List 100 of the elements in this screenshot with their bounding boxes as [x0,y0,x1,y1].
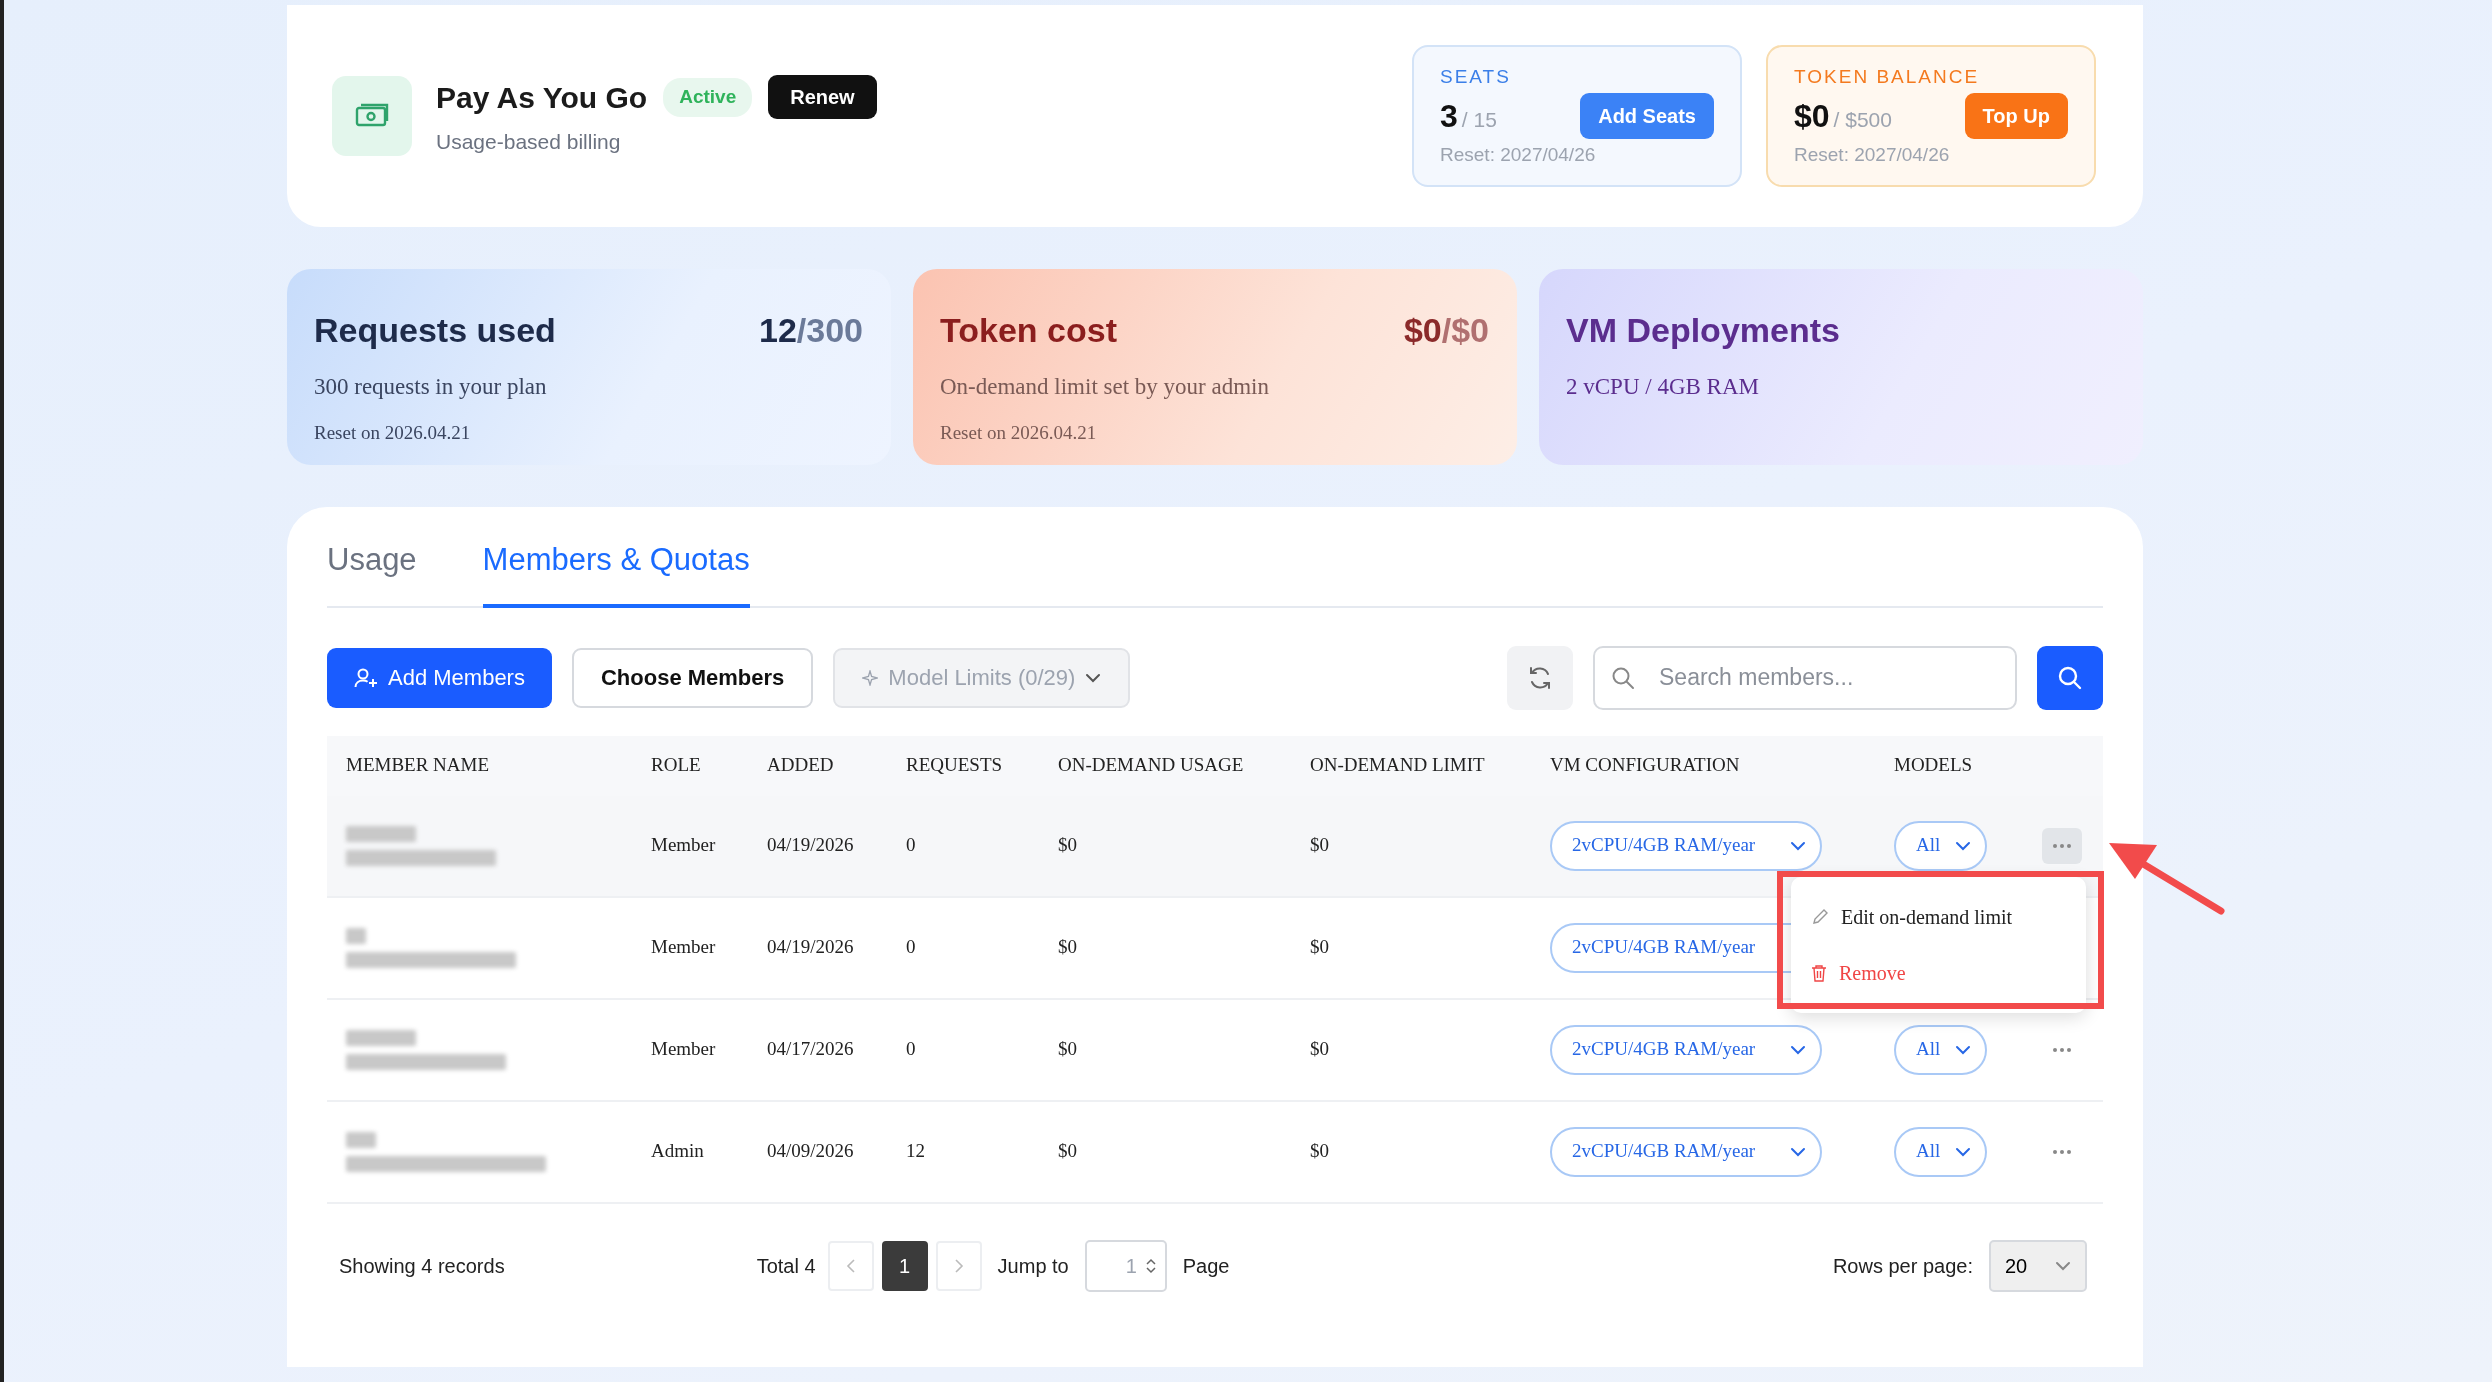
stat-limit: /300 [796,311,863,349]
chevron-down-icon [1955,840,1971,851]
table-cell: Member [651,936,716,958]
stat-title: Requests used [314,310,556,351]
table-cell: 0 [906,834,916,856]
page-label: Page [1182,1253,1230,1279]
chevron-left-icon [845,1257,856,1274]
chevron-down-icon [2055,1260,2071,1271]
blurred-name [346,1131,376,1148]
reset-date: Reset: 2027/04/26 [1794,142,1951,167]
reset-date: Reset on 2026.04.21 [940,420,1098,445]
table-cell: 04/19/2026 [767,834,854,856]
add-user-icon [354,666,378,689]
table-cell: $0 [1058,1140,1077,1162]
chevron-down-icon [1790,1146,1806,1157]
top-up-button[interactable]: Top Up [1964,93,2068,139]
search-icon [2057,664,2083,691]
jump-label: Jump to [997,1253,1069,1279]
choose-members-button[interactable]: Choose Members [571,647,814,708]
stat-used: $0 [1403,311,1442,349]
stepper-icon [1144,1256,1157,1275]
tab[interactable]: Usage [327,537,417,608]
plan-title: Pay As You Go [436,79,648,116]
more-icon [2051,1046,2072,1053]
stat-description: On-demand limit set by your admin [940,373,1270,401]
column-header: ON-DEMAND LIMIT [1310,754,1485,776]
blurred-name [346,825,416,842]
add-members-button[interactable]: Add Members [327,647,552,708]
chevron-down-icon [1085,672,1102,683]
vm-config-dropdown[interactable]: 2vCPU/4GB RAM/year [1550,820,1822,871]
blurred-name [346,927,366,944]
add-seats-button[interactable]: Add Seats [1580,93,1714,139]
table-cell: $0 [1058,834,1077,856]
reset-date: Reset: 2027/04/26 [1440,142,1597,167]
more-icon [2051,1148,2072,1155]
column-header: REQUESTS [906,754,1003,776]
table-cell: $0 [1310,936,1329,958]
table-cell: Member [651,834,716,856]
column-header: ROLE [651,754,701,776]
column-header: MEMBER NAME [346,754,490,776]
rows-per-page-select[interactable]: 20 [1989,1239,2087,1292]
plan-subtitle: Usage-based billing [436,128,622,155]
table-cell: 0 [906,936,916,958]
vm-config-dropdown[interactable]: 2vCPU/4GB RAM/year [1550,1126,1822,1177]
vm-config-dropdown[interactable]: 2vCPU/4GB RAM/year [1550,1024,1822,1075]
table-cell: Admin [651,1140,704,1162]
tab[interactable]: Members & Quotas [482,537,750,608]
refresh-button[interactable] [1507,645,1573,710]
refresh-icon [1527,664,1553,691]
table-cell: 0 [906,1038,916,1060]
table-cell: $0 [1058,936,1077,958]
reset-date: Reset on 2026.04.21 [314,420,472,445]
more-icon [2051,842,2072,849]
chevron-down-icon [1790,840,1806,851]
stat-title: VM Deployments [1566,310,1840,351]
chevron-right-icon [953,1257,964,1274]
records-summary: Showing 4 records [339,1253,505,1279]
chevron-down-icon [1955,1146,1971,1157]
table-cell: 04/19/2026 [767,936,854,958]
balance-value: $0 [1794,97,1830,136]
balance-total: / $500 [1833,107,1892,133]
rows-per-page-label: Rows per page: [1832,1253,1973,1279]
models-dropdown[interactable]: All [1894,820,1987,871]
card-label: TOKEN BALANCE [1794,65,1981,89]
balance-total: / 15 [1461,107,1497,133]
search-field[interactable]: Search members... [1593,645,2017,710]
card-label: SEATS [1440,65,1512,89]
sparkle-icon [862,669,879,686]
trash-icon [1811,964,1827,982]
table-cell: $0 [1310,1140,1329,1162]
total-count: Total 4 [756,1253,816,1279]
more-button[interactable] [2041,827,2082,864]
table-cell: $0 [1310,1038,1329,1060]
column-header: ADDED [767,754,834,776]
table-cell: 12 [906,1140,925,1162]
column-header: ON-DEMAND USAGE [1058,754,1244,776]
status-badge: Active [663,78,753,117]
table-cell: 04/17/2026 [767,1038,854,1060]
page-button[interactable]: 1 [881,1240,928,1291]
chevron-down-icon [1955,1044,1971,1055]
blurred-name [346,1029,416,1046]
models-dropdown[interactable]: All [1894,1024,1987,1075]
balance-value: 3 [1440,97,1458,136]
search-button[interactable] [2037,645,2103,710]
table-cell: 04/09/2026 [767,1140,854,1162]
column-header: MODELS [1894,754,1973,776]
table-cell: $0 [1058,1038,1077,1060]
money-icon [332,76,412,156]
stat-used: 12 [759,311,797,349]
renew-button[interactable]: Renew [768,75,877,120]
stat-title: Token cost [940,310,1117,351]
table-cell: $0 [1310,834,1329,856]
chevron-down-icon [1790,1044,1806,1055]
stat-description: 2 vCPU / 4GB RAM [1566,373,1760,401]
pencil-icon [1811,908,1829,926]
stat-description: 300 requests in your plan [314,373,548,401]
stat-limit: /$0 [1441,311,1489,349]
table-cell: Member [651,1038,716,1060]
models-dropdown[interactable]: All [1894,1126,1987,1177]
column-header: VM CONFIGURATION [1550,754,1740,776]
